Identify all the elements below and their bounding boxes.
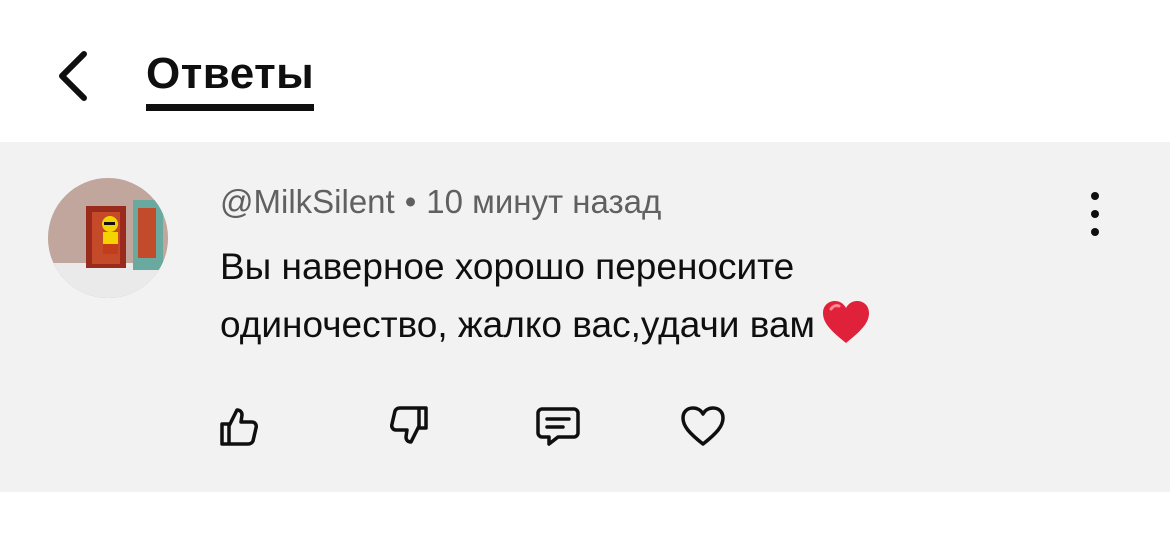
thumbs-down-icon: [390, 406, 428, 444]
meta-separator: •: [404, 183, 417, 220]
comment-text: Вы наверное хорошо переносите одиночеств…: [220, 238, 1100, 362]
more-vertical-icon-dot: [1091, 192, 1099, 200]
header: Ответы: [0, 0, 1170, 142]
avatar-image: [48, 178, 168, 298]
chevron-left-icon: [59, 51, 87, 101]
comment-card: @MilkSilent • 10 минут назад Вы наверное х…: [0, 142, 1170, 492]
heart-outline-icon: [681, 406, 725, 446]
page-title: Ответы: [146, 44, 315, 111]
avatar[interactable]: [48, 178, 168, 298]
comment-meta: @MilkSilent • 10 минут назад: [220, 180, 661, 224]
comment-time: 10 минут назад: [426, 183, 662, 220]
more-options-button[interactable]: [1080, 192, 1110, 236]
dislike-button[interactable]: [382, 398, 438, 454]
more-vertical-icon-dot: [1091, 210, 1099, 218]
red-heart-emoji: [821, 299, 871, 362]
back-button[interactable]: [44, 44, 104, 108]
comment-text-line1: Вы наверное хорошо переносите: [220, 246, 795, 287]
thumbs-up-icon: [220, 408, 258, 446]
more-vertical-icon-dot: [1091, 228, 1099, 236]
heart-button[interactable]: [675, 398, 731, 454]
like-button[interactable]: [210, 398, 266, 454]
comment-author[interactable]: @MilkSilent: [220, 183, 395, 220]
reply-button[interactable]: [530, 398, 586, 454]
reply-comment-icon: [536, 407, 580, 446]
comment-text-line2: одиночество, жалко вас,удачи вам: [220, 304, 815, 345]
